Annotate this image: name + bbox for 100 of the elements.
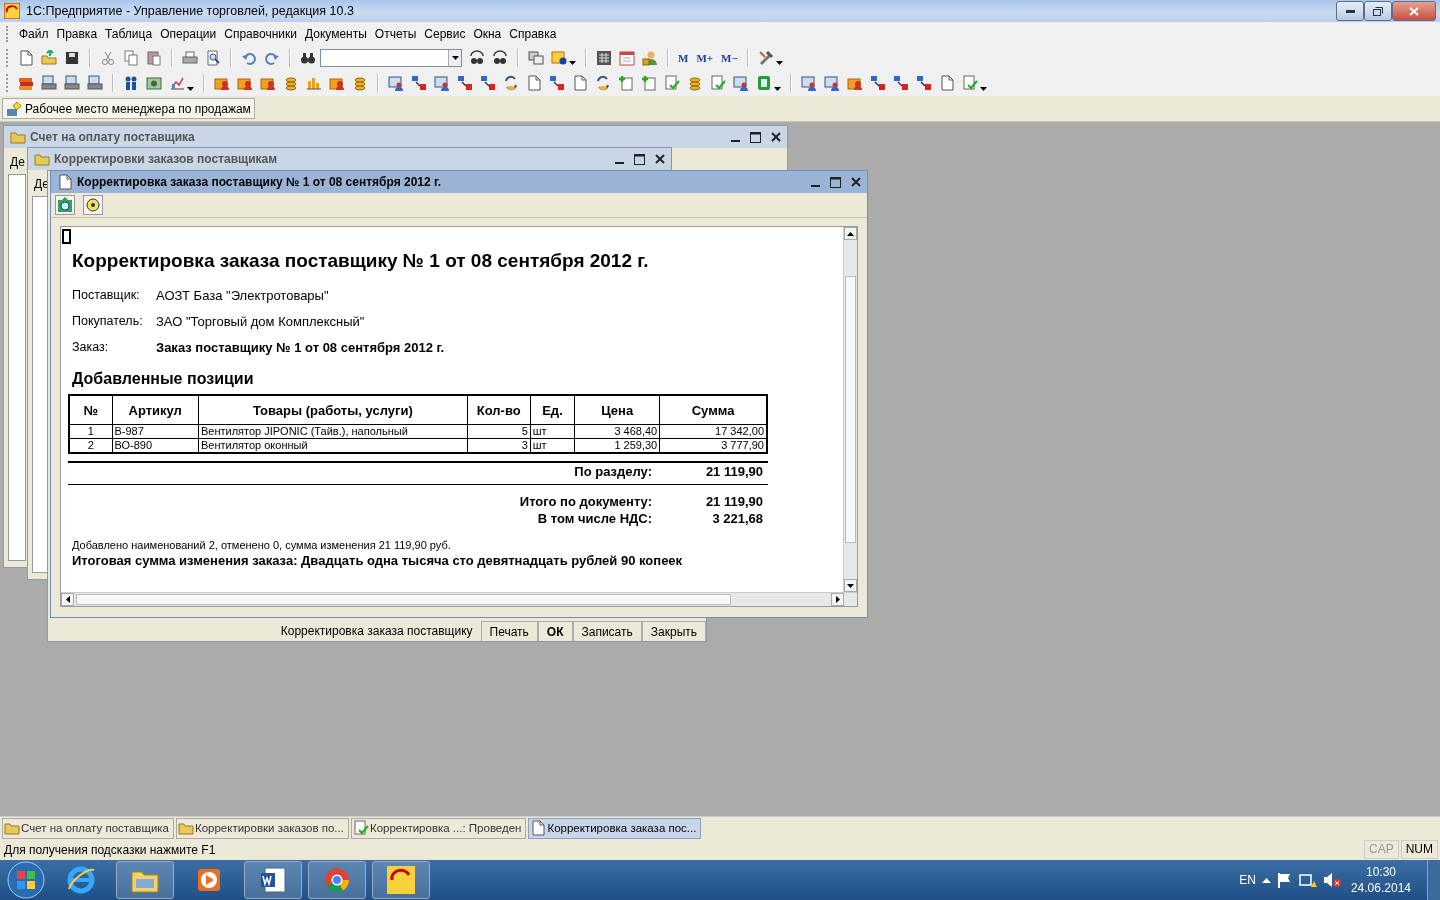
- flag-icon[interactable]: [1276, 872, 1293, 888]
- form-button[interactable]: ОК: [537, 621, 573, 641]
- printer-icon[interactable]: [87, 75, 103, 91]
- network-warning-icon[interactable]: [1298, 872, 1317, 888]
- menu-item[interactable]: Отчеты: [370, 27, 421, 41]
- document-icon[interactable]: [939, 75, 955, 91]
- document-check-icon[interactable]: [962, 75, 978, 91]
- menu-item[interactable]: Файл: [15, 27, 53, 41]
- maximize-icon[interactable]: [750, 131, 761, 143]
- arrows-icon[interactable]: [916, 75, 932, 91]
- column-chart-icon[interactable]: [306, 75, 322, 91]
- banknote-icon[interactable]: [146, 75, 162, 91]
- menu-item[interactable]: Документы: [300, 27, 371, 41]
- close-icon[interactable]: [851, 177, 861, 187]
- open-icon[interactable]: [41, 50, 57, 66]
- cut-icon[interactable]: [100, 50, 116, 66]
- maximize-button[interactable]: [1364, 1, 1392, 21]
- document-person-icon[interactable]: [733, 75, 749, 91]
- caret-icon[interactable]: [774, 87, 781, 91]
- coins-icon[interactable]: [283, 75, 299, 91]
- form-button[interactable]: Закрыть: [641, 621, 706, 641]
- close-icon[interactable]: [771, 132, 781, 142]
- document-icon[interactable]: [18, 50, 34, 66]
- add-document-icon[interactable]: [641, 75, 657, 91]
- calculator-icon[interactable]: [596, 50, 612, 66]
- scrollbar-thumb[interactable]: [845, 276, 856, 543]
- memory-button[interactable]: M: [678, 52, 689, 64]
- search-icon[interactable]: [300, 50, 316, 66]
- language-indicator[interactable]: EN: [1239, 873, 1256, 887]
- volume-muted-icon[interactable]: [1322, 872, 1341, 888]
- coins-icon[interactable]: [687, 75, 703, 91]
- exchange-icon[interactable]: [503, 75, 519, 91]
- menu-item[interactable]: Сервис: [420, 27, 470, 41]
- form-button[interactable]: Записать: [572, 621, 642, 641]
- window-tab[interactable]: Корректировка ...: Проведен: [350, 817, 527, 839]
- user-lock-icon[interactable]: [642, 50, 658, 66]
- logo-icon[interactable]: [386, 865, 416, 895]
- browser-icon[interactable]: [66, 865, 96, 895]
- paste-icon[interactable]: [146, 50, 162, 66]
- coins-icon[interactable]: [352, 75, 368, 91]
- windows-icon[interactable]: [528, 50, 544, 66]
- exchange-icon[interactable]: [595, 75, 611, 91]
- menu-item[interactable]: Окна: [469, 27, 506, 41]
- search-icon[interactable]: [469, 50, 485, 66]
- tools-icon[interactable]: [757, 50, 774, 66]
- redo-icon[interactable]: [264, 50, 280, 66]
- clock-date[interactable]: 24.06.2014: [1350, 881, 1411, 895]
- arrows-icon[interactable]: [480, 75, 496, 91]
- form-button[interactable]: Корректировка заказа поставщику: [272, 621, 481, 641]
- menu-item[interactable]: Операции: [156, 27, 221, 41]
- calendar-icon[interactable]: [619, 50, 635, 66]
- person-icon[interactable]: [847, 75, 863, 91]
- people-icon[interactable]: [123, 75, 139, 91]
- arrows-icon[interactable]: [457, 75, 473, 91]
- chrome-icon[interactable]: [323, 866, 351, 894]
- maximize-icon[interactable]: [830, 176, 841, 188]
- document-person-icon[interactable]: [434, 75, 450, 91]
- arrows-icon[interactable]: [870, 75, 886, 91]
- scroll-down-button[interactable]: [844, 579, 857, 592]
- clock-time[interactable]: 10:30: [1365, 865, 1396, 879]
- printer-icon[interactable]: [64, 75, 80, 91]
- document-icon[interactable]: [572, 75, 588, 91]
- copy-icon[interactable]: [123, 50, 139, 66]
- document-person-icon[interactable]: [388, 75, 404, 91]
- search-icon[interactable]: [492, 50, 508, 66]
- menu-item[interactable]: Таблица: [101, 27, 157, 41]
- media-player-icon[interactable]: [196, 867, 222, 893]
- menu-item[interactable]: Справочники: [220, 27, 301, 41]
- books-icon[interactable]: [18, 75, 34, 91]
- person-icon[interactable]: [260, 75, 276, 91]
- printer-icon[interactable]: [41, 75, 57, 91]
- window-tab[interactable]: Корректировка заказа пос...: [528, 817, 702, 839]
- document-check-icon[interactable]: [710, 75, 726, 91]
- start-icon[interactable]: [6, 860, 46, 900]
- scrollbar-thumb[interactable]: [76, 594, 731, 605]
- scroll-up-button[interactable]: [844, 227, 857, 240]
- window-tab[interactable]: Корректировки заказов по...: [176, 817, 349, 839]
- search-field[interactable]: [320, 49, 462, 67]
- close-button[interactable]: [1392, 1, 1436, 21]
- panel-button[interactable]: Рабочее место менеджера по продажам: [2, 98, 255, 119]
- person-icon[interactable]: [329, 75, 345, 91]
- save-icon[interactable]: [64, 50, 80, 66]
- caret-icon[interactable]: [187, 87, 194, 91]
- email-icon[interactable]: [55, 195, 75, 215]
- print-preview-icon[interactable]: [205, 50, 221, 66]
- person-icon[interactable]: [214, 75, 230, 91]
- window-tab[interactable]: Счет на оплату поставщика: [2, 817, 174, 839]
- document-person-icon[interactable]: [801, 75, 817, 91]
- memory-button[interactable]: M+: [696, 52, 714, 64]
- document-icon[interactable]: [526, 75, 542, 91]
- arrows-icon[interactable]: [549, 75, 565, 91]
- add-document-icon[interactable]: [618, 75, 634, 91]
- undo-icon[interactable]: [241, 50, 257, 66]
- scroll-right-button[interactable]: [831, 593, 844, 606]
- document-check-icon[interactable]: [664, 75, 680, 91]
- person-icon[interactable]: [237, 75, 253, 91]
- menu-item[interactable]: Правка: [52, 27, 102, 41]
- show-hidden-icons-icon[interactable]: [1261, 877, 1271, 883]
- caret-icon[interactable]: [775, 61, 783, 65]
- arrows-icon[interactable]: [893, 75, 909, 91]
